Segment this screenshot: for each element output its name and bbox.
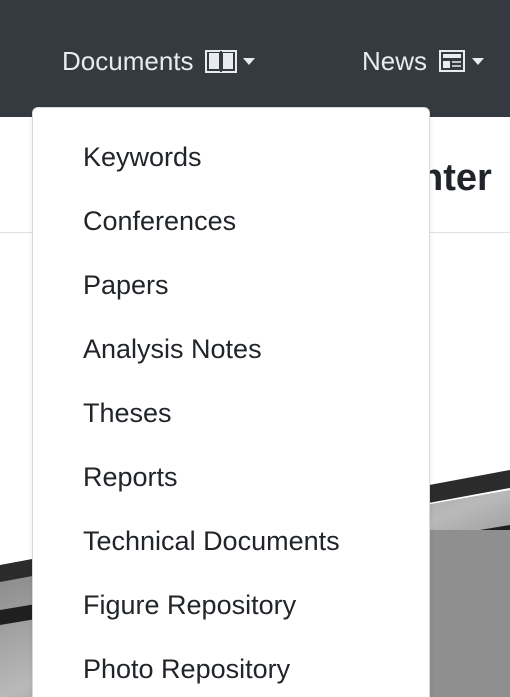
newspaper-icon — [438, 48, 466, 74]
dropdown-item-figure-repository[interactable]: Figure Repository — [83, 588, 296, 622]
dropdown-item-analysis-notes[interactable]: Analysis Notes — [83, 332, 262, 366]
chevron-down-icon — [242, 57, 255, 65]
page: Documents News nter Keywords Conferences… — [0, 0, 510, 697]
dropdown-item-photo-repository[interactable]: Photo Repository — [83, 652, 290, 686]
nav-news-label: News — [362, 45, 428, 76]
dropdown-item-technical-documents[interactable]: Technical Documents — [83, 524, 340, 558]
nav-documents-label: Documents — [62, 45, 194, 76]
page-heading: nter — [420, 157, 492, 199]
dropdown-item-papers[interactable]: Papers — [83, 268, 169, 302]
dropdown-item-conferences[interactable]: Conferences — [83, 204, 236, 238]
nav-documents-dropdown[interactable]: Documents — [62, 40, 255, 82]
dropdown-item-theses[interactable]: Theses — [83, 396, 172, 430]
nav-news-dropdown[interactable]: News — [362, 40, 485, 82]
book-icon — [204, 48, 237, 74]
dropdown-item-reports[interactable]: Reports — [83, 460, 178, 494]
top-navbar: Documents News — [0, 0, 510, 117]
dropdown-item-keywords[interactable]: Keywords — [83, 140, 202, 174]
chevron-down-icon — [472, 57, 485, 65]
documents-dropdown-menu: Keywords Conferences Papers Analysis Not… — [32, 107, 430, 697]
